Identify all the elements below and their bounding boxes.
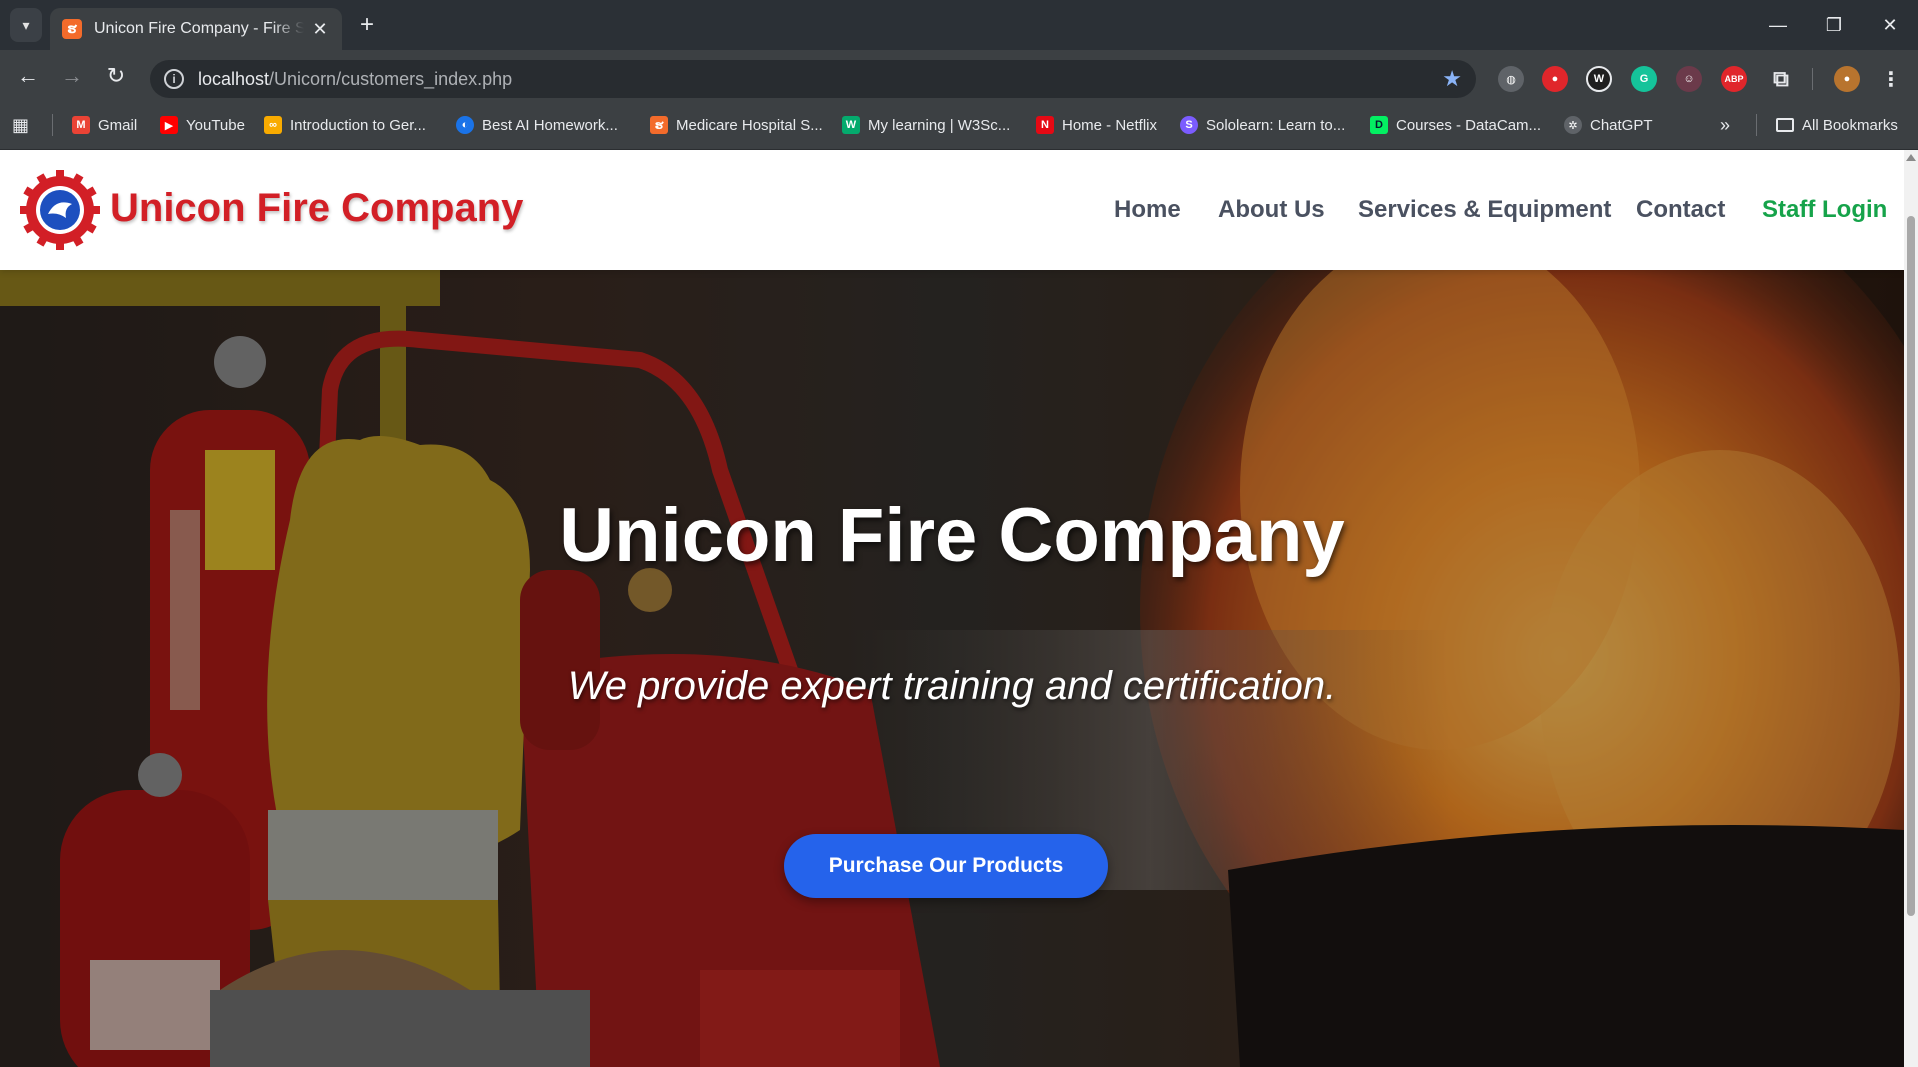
minimize-icon: — <box>1769 14 1787 35</box>
company-logo-icon[interactable] <box>20 170 100 250</box>
restore-button[interactable]: ❐ <box>1814 10 1854 40</box>
extensions-puzzle-icon[interactable]: ⧉ <box>1768 66 1794 92</box>
close-window-button[interactable]: ✕ <box>1870 10 1910 40</box>
bookmark-chatgpt[interactable]: ✲ ChatGPT <box>1564 114 1653 136</box>
chatgpt-icon: ✲ <box>1564 116 1582 134</box>
hero-subtitle: We provide expert training and certifica… <box>567 664 1337 708</box>
bookmark-ai-homework[interactable]: ◐ Best AI Homework... <box>456 114 618 136</box>
purchase-products-button[interactable]: Purchase Our Products <box>784 834 1108 898</box>
sololearn-icon: S <box>1180 116 1198 134</box>
active-tab[interactable]: ຮ Unicon Fire Company - Fire Safety ✕ <box>50 8 342 50</box>
bookmarks-divider <box>1756 114 1757 136</box>
bookmark-colab[interactable]: ∞ Introduction to Ger... <box>264 114 426 136</box>
address-bar[interactable]: i localhost/Unicorn/customers_index.php … <box>150 60 1476 98</box>
nav-contact[interactable]: Contact <box>1636 196 1725 224</box>
chevron-down-icon: ▾ <box>22 16 30 33</box>
avatar-extension-icon[interactable]: ☺ <box>1676 66 1702 92</box>
scrollbar-thumb[interactable] <box>1907 216 1915 916</box>
site-info-icon[interactable]: i <box>164 69 184 89</box>
page-scrollbar[interactable] <box>1904 150 1918 1067</box>
netflix-icon: N <box>1036 116 1054 134</box>
adblock-extension-icon[interactable]: ABP <box>1721 66 1747 92</box>
forward-button[interactable]: → <box>56 60 88 92</box>
colab-icon: ∞ <box>264 116 282 134</box>
nav-staff-login[interactable]: Staff Login <box>1762 196 1887 224</box>
nav-about-us[interactable]: About Us <box>1218 196 1325 224</box>
bookmark-sololearn[interactable]: S Sololearn: Learn to... <box>1180 114 1345 136</box>
brand-name[interactable]: Unicon Fire Company <box>110 186 523 231</box>
url-path: /Unicorn/customers_index.php <box>269 68 513 89</box>
restore-icon: ❐ <box>1825 14 1843 35</box>
bookmark-star-icon[interactable]: ★ <box>1442 66 1462 92</box>
bookmark-medicare[interactable]: ຮ Medicare Hospital S... <box>650 114 823 136</box>
menu-kebab-icon[interactable]: ⋮ <box>1878 66 1904 92</box>
site-navbar: Unicon Fire Company Home About Us Servic… <box>0 150 1904 270</box>
reload-icon: ↻ <box>106 63 126 88</box>
more-bookmarks-chevron-icon[interactable]: » <box>1720 114 1730 136</box>
grammarly-extension-icon[interactable]: G <box>1631 66 1657 92</box>
bookmark-gmail[interactable]: M Gmail <box>72 114 137 136</box>
close-icon: ✕ <box>1882 14 1898 35</box>
new-tab-button[interactable]: + <box>352 10 382 40</box>
bookmark-youtube[interactable]: ▶ YouTube <box>160 114 245 136</box>
url-host: localhost <box>198 68 270 89</box>
toolbar-divider <box>1812 68 1813 90</box>
nav-services-equipment[interactable]: Services & Equipment <box>1358 196 1611 224</box>
datacamp-icon: D <box>1370 116 1388 134</box>
bookmarks-bar: ▦ M Gmail ▶ YouTube ∞ Introduction to Ger..… <box>0 100 1918 150</box>
tab-search-button[interactable]: ▾ <box>10 8 42 42</box>
bookmarks-divider <box>52 114 53 136</box>
xampp-favicon-icon: ຮ <box>62 19 82 39</box>
web-page: Unicon Fire Company Home About Us Servic… <box>0 150 1904 1067</box>
w3schools-icon: W <box>842 116 860 134</box>
apps-grid-icon[interactable]: ▦ <box>12 114 29 136</box>
bookmark-netflix[interactable]: N Home - Netflix <box>1036 114 1157 136</box>
all-bookmarks-folder[interactable]: All Bookmarks <box>1776 114 1898 136</box>
arrow-right-icon: → <box>61 63 83 88</box>
youtube-icon: ▶ <box>160 116 178 134</box>
folder-icon <box>1776 118 1794 132</box>
reload-button[interactable]: ↻ <box>100 60 132 92</box>
profile-avatar[interactable]: ● <box>1834 66 1860 92</box>
hero-section: Unicon Fire Company We provide expert tr… <box>0 270 1904 1067</box>
scroll-up-arrow-icon[interactable] <box>1906 154 1916 161</box>
minimize-button[interactable]: — <box>1758 10 1798 40</box>
shield-extension-icon[interactable]: ● <box>1542 66 1568 92</box>
bookmark-datacamp[interactable]: D Courses - DataCam... <box>1370 114 1541 136</box>
bookmark-w3schools[interactable]: W My learning | W3Sc... <box>842 114 1010 136</box>
arrow-left-icon: ← <box>17 63 39 88</box>
tab-title: Unicon Fire Company - Fire Safety <box>94 20 304 37</box>
ai-homework-icon: ◐ <box>456 116 474 134</box>
w-extension-icon[interactable]: W <box>1586 66 1612 92</box>
url-text[interactable]: localhost/Unicorn/customers_index.php <box>198 69 512 90</box>
xampp-icon: ຮ <box>650 116 668 134</box>
close-icon[interactable]: ✕ <box>310 19 330 40</box>
globe-extension-icon[interactable]: ◍ <box>1498 66 1524 92</box>
gmail-icon: M <box>72 116 90 134</box>
back-button[interactable]: ← <box>12 60 44 92</box>
nav-home[interactable]: Home <box>1114 196 1181 224</box>
tab-strip: ▾ ຮ Unicon Fire Company - Fire Safety ✕ … <box>0 0 1918 50</box>
plus-icon: + <box>359 11 374 38</box>
hero-title: Unicon Fire Company <box>559 493 1345 578</box>
